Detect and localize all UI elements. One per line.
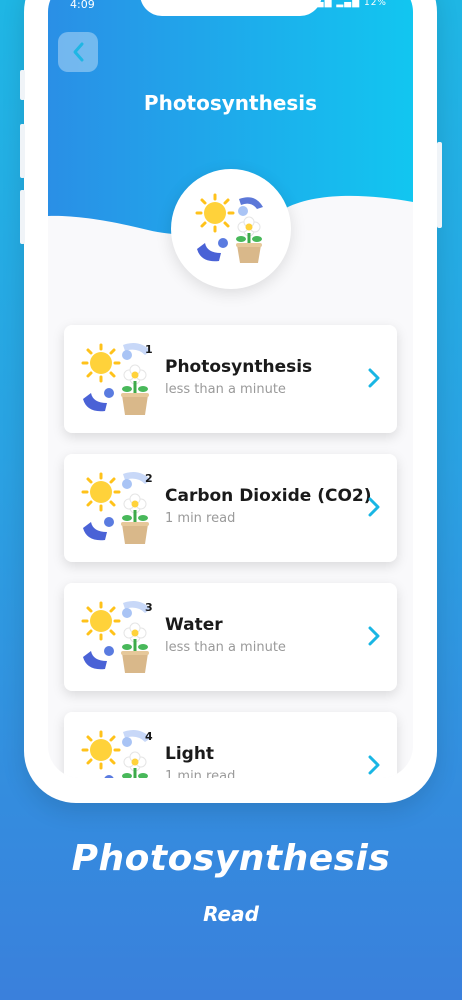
phone-volume-down-button (20, 190, 25, 244)
status-time: 4:09 (70, 0, 95, 11)
step-number: 2 (145, 472, 153, 485)
lesson-read-time: 1 min read (165, 769, 236, 778)
back-button[interactable] (58, 32, 98, 72)
lesson-title: Photosynthesis (165, 357, 313, 377)
photosynthesis-illustration-icon (195, 193, 263, 263)
battery-level: 12% (363, 0, 387, 8)
camera-notch (140, 0, 322, 16)
signal-icon: ▂▄▆ ▂▄▆ (308, 0, 364, 8)
chevron-right-icon (368, 497, 380, 517)
photosynthesis-step-icon: 3 (81, 601, 153, 673)
app-screen: 4:09 ▂▄▆ ▂▄▆ 12% Photosynthesis 1 Photos… (48, 0, 413, 778)
step-number: 3 (145, 601, 153, 614)
photosynthesis-step-icon: 2 (81, 472, 153, 544)
lesson-card[interactable]: 3 Water less than a minute (64, 583, 397, 691)
lesson-title: Water (165, 615, 223, 635)
chevron-left-icon (73, 42, 84, 62)
chevron-right-icon (368, 626, 380, 646)
lesson-title: Light (165, 744, 215, 764)
lesson-card[interactable]: 1 Photosynthesis less than a minute (64, 325, 397, 433)
page-title: Photosynthesis (143, 91, 318, 115)
step-number: 4 (145, 730, 153, 743)
promo-title: Photosynthesis (71, 838, 391, 879)
promo-subtitle: Read (203, 902, 259, 926)
lesson-read-time: less than a minute (165, 382, 286, 397)
lesson-read-time: 1 min read (165, 511, 236, 526)
status-indicators: ▂▄▆ ▂▄▆ 12% (309, 0, 387, 8)
chevron-right-icon (368, 368, 380, 388)
photosynthesis-step-icon: 1 (81, 343, 153, 415)
topic-badge (171, 169, 291, 289)
phone-side-button (20, 70, 25, 100)
step-number: 1 (145, 343, 153, 356)
phone-volume-up-button (20, 124, 25, 178)
lesson-title: Carbon Dioxide (CO2) (165, 486, 372, 506)
chevron-right-icon (368, 755, 380, 775)
lesson-card[interactable]: 4 Light 1 min read (64, 712, 397, 778)
lesson-read-time: less than a minute (165, 640, 286, 655)
photosynthesis-step-icon: 4 (81, 730, 153, 778)
lesson-card[interactable]: 2 Carbon Dioxide (CO2) 1 min read (64, 454, 397, 562)
phone-power-button (437, 142, 442, 228)
